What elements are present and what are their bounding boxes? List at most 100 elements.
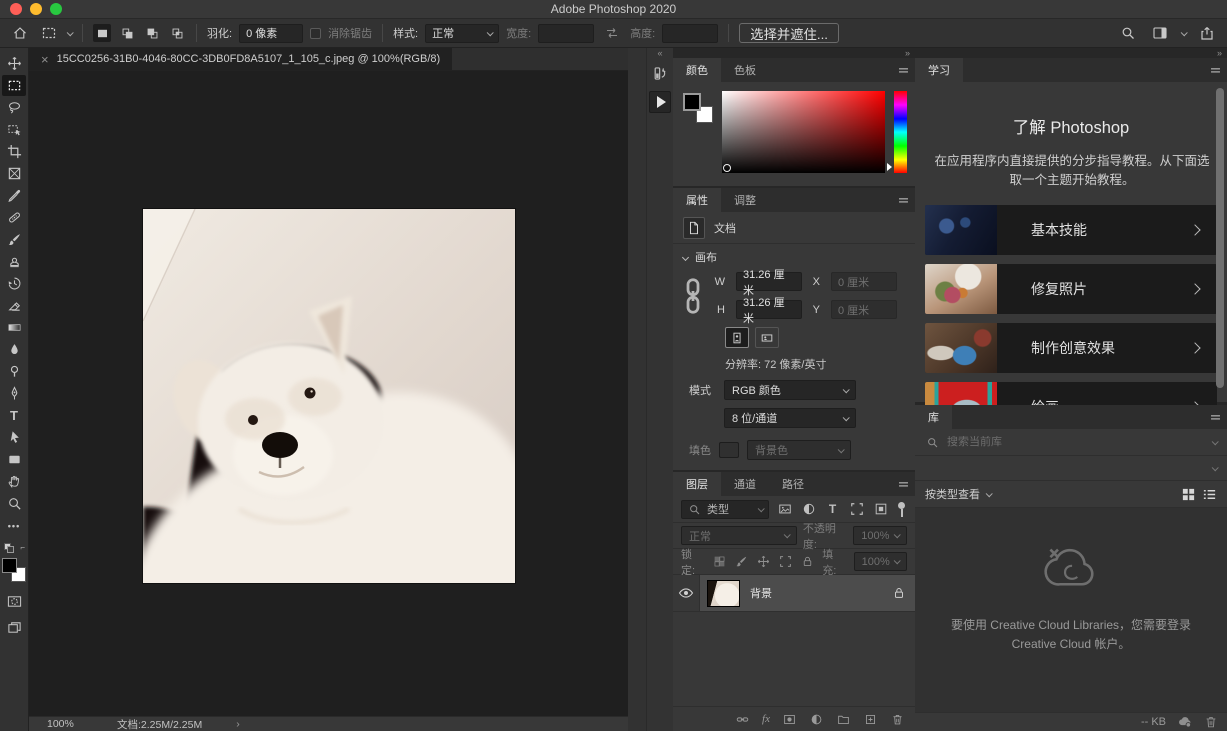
tab-color[interactable]: 颜色 [673,58,721,82]
fill-color-swatch[interactable] [719,442,739,458]
workspace-chevron-icon[interactable] [1181,29,1188,36]
tab-channels[interactable]: 通道 [721,472,769,496]
lock-transparency-icon[interactable] [712,554,726,569]
canvas-x-input[interactable]: 0 厘米 [831,272,897,291]
new-group-icon[interactable] [836,712,851,727]
intersect-selection-button[interactable] [168,24,186,42]
link-layers-icon[interactable] [735,712,750,727]
dodge-tool[interactable] [2,361,26,382]
filter-pixel-layers-icon[interactable] [776,501,793,518]
fill-opacity-select[interactable]: 100% [854,552,907,571]
color-panel-swatches[interactable] [683,93,713,123]
foreground-color-swatch[interactable] [2,558,17,573]
blur-tool[interactable] [2,339,26,360]
filter-type-layers-icon[interactable]: T [824,501,841,518]
collapse-dock-arrows[interactable]: » [673,48,915,58]
default-swap-colors-icon[interactable]: ⌐ [3,543,25,553]
expand-dock-arrows[interactable]: « [647,48,673,59]
pen-tool[interactable] [2,383,26,404]
new-layer-icon[interactable] [863,712,878,727]
tab-learn[interactable]: 学习 [915,58,963,82]
hand-tool[interactable] [2,471,26,492]
layer-lock-icon[interactable] [892,586,906,600]
type-tool[interactable]: T [2,405,26,426]
select-and-mask-button[interactable]: 选择并遮住... [739,23,839,43]
lasso-tool[interactable] [2,97,26,118]
lock-position-icon[interactable] [756,554,770,569]
eraser-tool[interactable] [2,295,26,316]
tab-properties[interactable]: 属性 [673,188,721,212]
document-size-info[interactable]: 文档:2.25M/2.25M [117,717,202,731]
gradient-tool[interactable] [2,317,26,338]
screen-mode-button[interactable] [2,617,26,638]
tab-swatches[interactable]: 色板 [721,58,769,82]
filter-adjustment-layers-icon[interactable] [800,501,817,518]
object-selection-tool[interactable] [2,119,26,140]
layer-style-fx-icon[interactable]: fx [762,713,770,725]
canvas-width-input[interactable]: 31.26 厘米 [736,272,802,291]
portrait-orientation-button[interactable] [725,327,749,348]
opacity-select[interactable]: 100% [853,526,907,545]
library-select[interactable] [915,456,1227,481]
clone-stamp-tool[interactable] [2,251,26,272]
list-view-icon[interactable] [1202,487,1217,502]
layer-visibility-eye-icon[interactable] [673,575,700,611]
library-search-input[interactable] [947,436,1205,448]
style-select[interactable]: 正常 [425,24,499,43]
document-tab[interactable]: × 15CC0256-31B0-4046-80CC-3DB0FD8A5107_1… [29,48,452,70]
bit-depth-select[interactable]: 8 位/通道 [724,408,856,428]
tool-preset-chevron-icon[interactable] [67,29,74,36]
more-tools-button[interactable]: ••• [2,515,26,536]
panel-menu-icon[interactable] [1209,411,1222,424]
brush-tool[interactable] [2,229,26,250]
delete-library-item-icon[interactable] [1203,715,1218,730]
lock-artboard-icon[interactable] [778,554,792,569]
spot-healing-brush-tool[interactable] [2,207,26,228]
panel-menu-icon[interactable] [1209,64,1222,77]
path-selection-tool[interactable] [2,427,26,448]
grid-view-icon[interactable] [1181,487,1196,502]
active-tool-icon[interactable] [38,22,60,44]
feather-input[interactable] [239,24,303,43]
panel-menu-icon[interactable] [897,194,910,207]
frame-tool[interactable] [2,163,26,184]
layer-filter-type-select[interactable]: 类型 [681,500,769,519]
fill-select[interactable]: 背景色 [747,440,851,460]
rectangular-marquee-tool[interactable] [2,75,26,96]
height-input[interactable] [662,24,718,43]
canvas-y-input[interactable]: 0 厘米 [831,300,897,319]
shape-tool[interactable] [2,449,26,470]
layer-name[interactable]: 背景 [750,585,882,601]
zoom-tool[interactable] [2,493,26,514]
cloud-sync-icon[interactable] [1177,715,1192,730]
panel-menu-icon[interactable] [897,64,910,77]
close-tab-icon[interactable]: × [41,53,49,66]
view-by-chevron-icon[interactable] [986,490,993,497]
history-brush-tool[interactable] [2,273,26,294]
tab-adjustments[interactable]: 调整 [721,188,769,212]
crop-tool[interactable] [2,141,26,162]
add-layer-mask-icon[interactable] [782,712,797,727]
color-field-marker[interactable] [723,164,731,172]
antialias-checkbox[interactable] [310,28,321,39]
swap-dimensions-icon[interactable] [601,22,623,44]
collapse-dock-arrows[interactable]: » [915,48,1227,58]
add-selection-button[interactable] [118,24,136,42]
hue-slider[interactable] [894,91,907,173]
foreground-background-swatches[interactable] [2,558,26,582]
new-selection-button[interactable] [93,24,111,42]
foreground-color-swatch[interactable] [683,93,701,111]
lock-all-icon[interactable] [800,554,814,569]
actions-panel-icon[interactable] [649,91,671,113]
hue-slider-marker[interactable] [887,163,892,171]
tutorial-card-basic-skills[interactable]: 基本技能 [925,205,1217,255]
subtract-selection-button[interactable] [143,24,161,42]
move-tool[interactable] [2,53,26,74]
layer-filter-toggle[interactable] [896,502,905,517]
lock-pixels-icon[interactable] [734,554,748,569]
canvas-height-input[interactable]: 31.26 厘米 [736,300,802,319]
history-panel-icon[interactable] [648,61,672,85]
blend-mode-select[interactable]: 正常 [681,526,797,545]
new-adjustment-layer-icon[interactable] [809,712,824,727]
width-input[interactable] [538,24,594,43]
